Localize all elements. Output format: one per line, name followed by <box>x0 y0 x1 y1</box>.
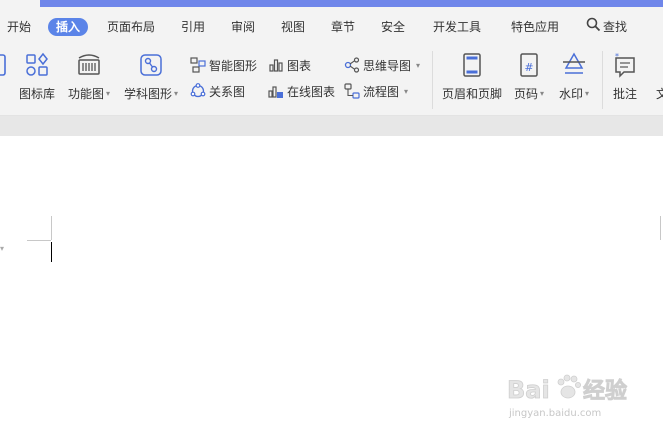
chevron-down-icon: ▾ <box>585 89 590 98</box>
subject-graphic-button[interactable]: 学科图形 ▾ <box>122 51 180 111</box>
bar-chart-icon <box>268 57 284 73</box>
relation-chart-button[interactable]: 关系图 <box>190 82 245 100</box>
svg-text:Bai: Bai <box>507 376 550 404</box>
text-cursor <box>51 242 52 262</box>
function-chart-button[interactable]: 功能图 ▾ <box>65 51 113 111</box>
chevron-down-icon: ▾ <box>540 89 545 98</box>
svg-text:经验: 经验 <box>583 378 627 404</box>
tab-references[interactable]: 引用 <box>181 18 205 36</box>
text-box-label-partial: 文 <box>655 87 663 101</box>
ribbon-divider <box>602 51 603 109</box>
chevron-down-icon: ▾ <box>404 86 409 96</box>
search-icon <box>586 17 601 37</box>
function-chart-label: 功能图 <box>67 87 104 101</box>
title-bar-accent <box>40 0 663 7</box>
flowchart-icon <box>344 83 360 99</box>
svg-text:#: # <box>524 61 533 74</box>
title-bar-strip <box>0 0 663 7</box>
tab-special-apps[interactable]: 特色应用 <box>511 18 559 36</box>
margin-mark-horizontal <box>27 240 51 241</box>
tab-find-label: 查找 <box>603 20 628 34</box>
tab-view[interactable]: 视图 <box>281 18 305 36</box>
relation-chart-label: 关系图 <box>209 84 246 99</box>
tab-security[interactable]: 安全 <box>381 18 405 36</box>
smart-graphic-icon <box>190 57 206 73</box>
menu-tab-row: 开始 插入 页面布局 引用 审阅 视图 章节 安全 开发工具 特色应用 查找 <box>0 7 663 45</box>
tab-insert[interactable]: 插入 <box>48 18 89 36</box>
margin-mark-vertical <box>51 216 52 240</box>
icon-library-label: 图标库 <box>18 87 55 101</box>
ribbon-document-gap <box>0 116 663 136</box>
comment-label: 批注 <box>612 87 637 101</box>
watermark-button[interactable]: 水印 ▾ <box>556 51 592 111</box>
watermark-url: jingyan.baidu.com <box>509 408 602 419</box>
chevron-down-icon: ▾ <box>174 89 179 98</box>
tab-developer-tools[interactable]: 开发工具 <box>433 18 481 36</box>
tab-home[interactable]: 开始 <box>7 18 31 36</box>
smart-graphic-button[interactable]: 智能图形 <box>190 56 257 74</box>
partial-left-button[interactable]: ▾ <box>0 51 8 111</box>
header-footer-button[interactable]: 页眉和页脚 <box>440 51 504 111</box>
header-footer-icon <box>458 51 486 79</box>
tab-page-layout[interactable]: 页面布局 <box>107 18 155 36</box>
mind-map-button[interactable]: 思维导图 ▾ <box>344 56 420 74</box>
shapes-grid-icon <box>23 51 51 79</box>
flowchart-button[interactable]: 流程图 ▾ <box>344 82 408 100</box>
tab-section[interactable]: 章节 <box>331 18 355 36</box>
online-chart-label: 在线图表 <box>287 84 336 99</box>
ruler-arrow-icon: ▾ <box>0 244 5 253</box>
smart-graphic-label: 智能图形 <box>209 58 258 73</box>
text-box-button-partial[interactable]: 文 <box>655 51 663 111</box>
mind-map-label: 思维导图 <box>363 58 412 73</box>
watermark-icon <box>560 51 588 79</box>
baidu-watermark-logo: Bai 经验 jingyan.baidu.com <box>505 368 655 430</box>
subject-graphic-icon <box>137 51 165 79</box>
relation-chart-icon <box>190 83 206 99</box>
watermark-label: 水印 <box>558 87 583 101</box>
margin-mark-right <box>660 216 661 240</box>
tab-review[interactable]: 审阅 <box>231 18 255 36</box>
comment-button[interactable]: * 批注 <box>610 51 640 111</box>
mind-map-icon <box>344 57 360 73</box>
tab-find[interactable]: 查找 <box>586 17 628 37</box>
svg-text:*: * <box>615 52 619 61</box>
online-chart-icon <box>268 83 284 99</box>
chevron-down-icon: ▾ <box>416 60 421 70</box>
page-number-label: 页码 <box>513 87 538 101</box>
partial-left-icon <box>0 51 11 79</box>
flowchart-label: 流程图 <box>363 84 400 99</box>
online-chart-button[interactable]: 在线图表 <box>268 82 335 100</box>
page-number-icon: # <box>515 51 543 79</box>
icon-library-button[interactable]: 图标库 <box>17 51 57 111</box>
subject-graphic-label: 学科图形 <box>123 87 172 101</box>
chart-button[interactable]: 图表 <box>268 56 311 74</box>
comment-icon: * <box>611 51 639 79</box>
chevron-down-icon: ▾ <box>106 89 111 98</box>
barcode-icon <box>75 51 103 79</box>
page-number-button[interactable]: # 页码 ▾ <box>511 51 547 111</box>
header-footer-label: 页眉和页脚 <box>441 87 502 101</box>
chart-label: 图表 <box>287 58 312 73</box>
ribbon-divider <box>432 51 433 109</box>
insert-ribbon: ▾ 图标库 功能图▾ <box>0 45 663 116</box>
